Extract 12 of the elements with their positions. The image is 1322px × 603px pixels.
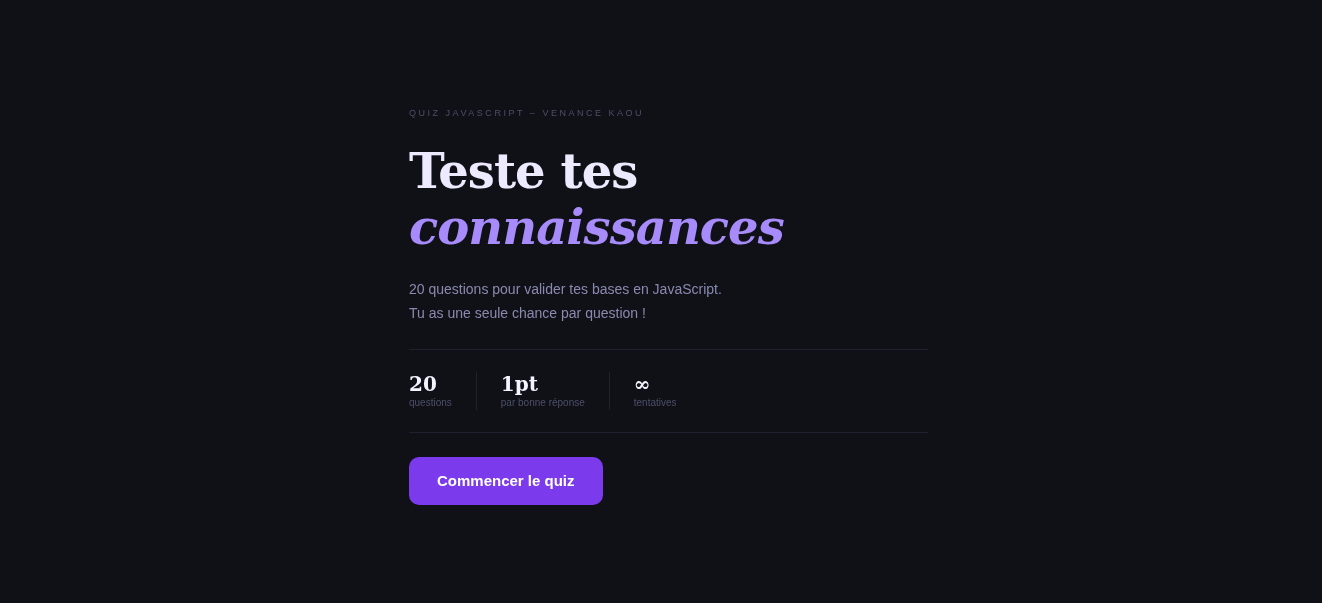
stat-value: 1pt bbox=[500, 372, 538, 396]
stat-label: tentatives bbox=[633, 396, 677, 410]
start-quiz-button[interactable]: Commencer le quiz bbox=[409, 457, 603, 505]
description-text: Tu as une seule chance par question ! bbox=[409, 304, 646, 323]
stat-value: 20 bbox=[409, 372, 437, 396]
eyebrow-text: QUIZ JAVASCRIPT – VENANCE KAOU bbox=[409, 107, 646, 119]
stat-value: ∞ bbox=[633, 372, 651, 396]
description-text: 20 questions pour valider tes bases en JavaScript. bbox=[409, 280, 722, 299]
title-highlight-text: connaissances bbox=[409, 199, 784, 255]
stat-label: questions bbox=[409, 396, 452, 410]
stat-label: par bonne réponse bbox=[500, 396, 585, 410]
title-text: Teste tes bbox=[409, 143, 638, 199]
